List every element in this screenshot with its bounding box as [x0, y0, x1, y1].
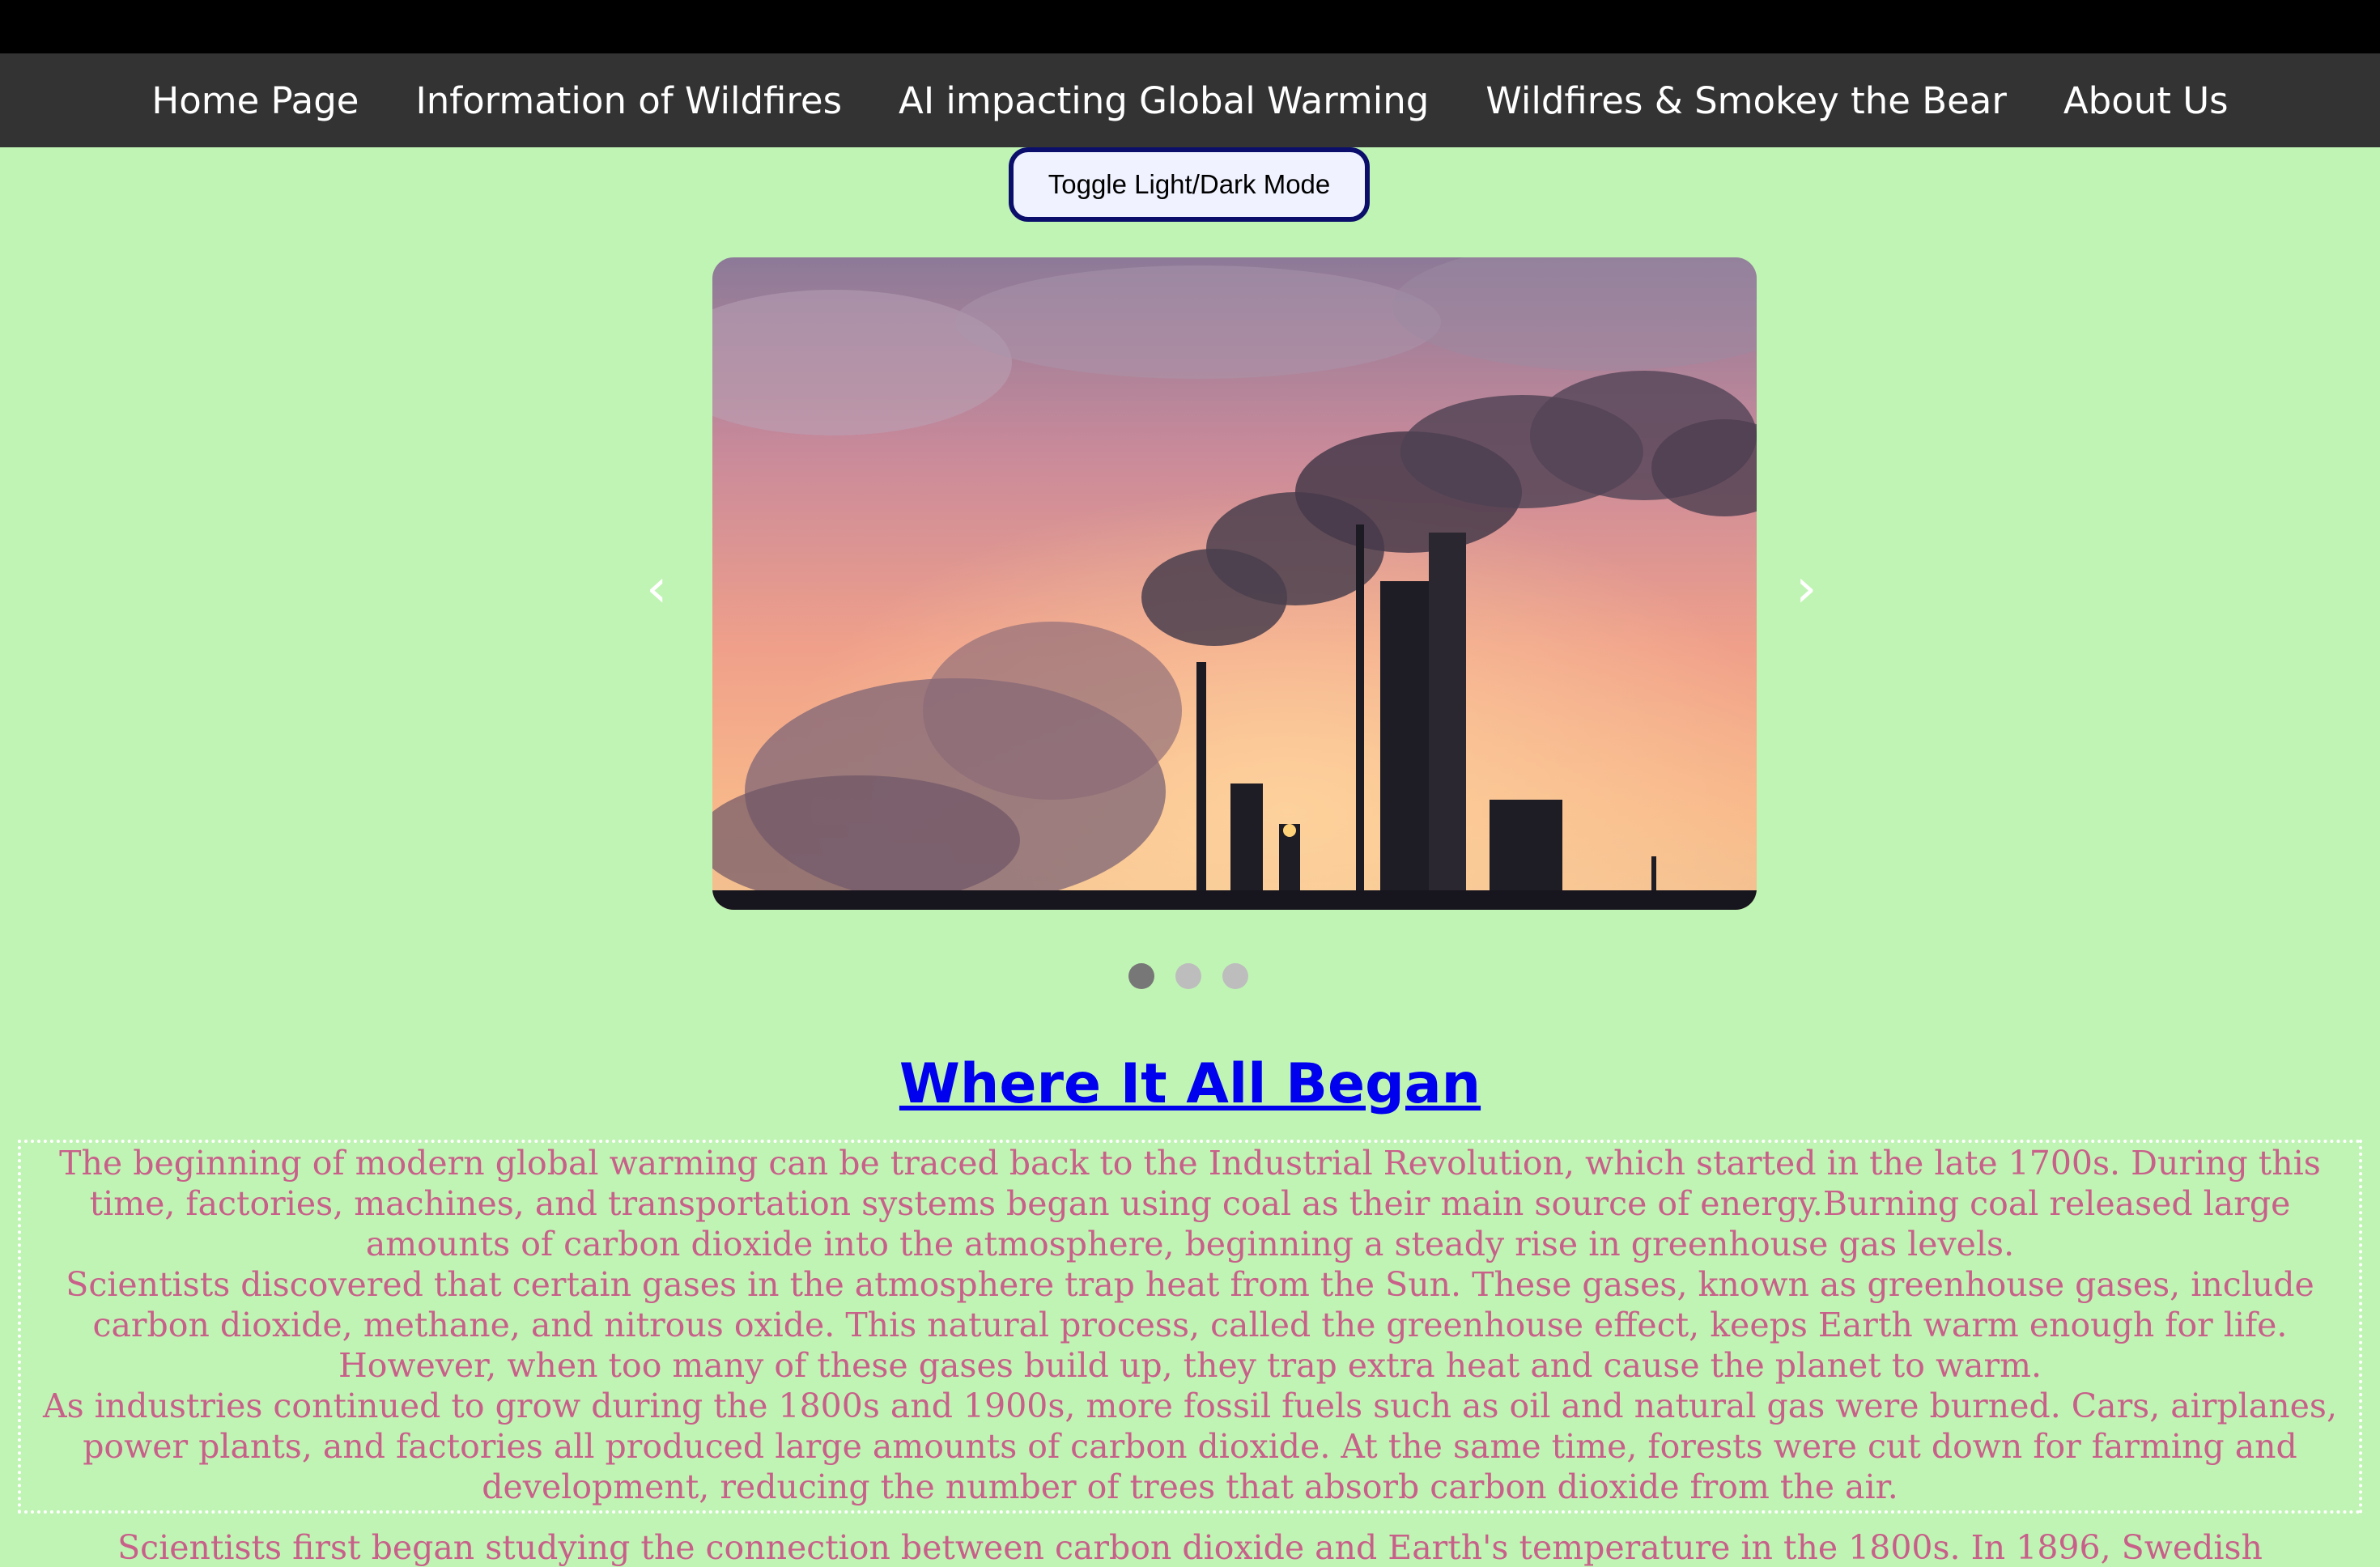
paragraph-industry-growth: As industries continued to grow during t…	[43, 1387, 2337, 1506]
nav-item-about-us[interactable]: About Us	[2063, 79, 2229, 122]
carousel-indicators	[1128, 963, 1248, 989]
nav-item-smokey-bear[interactable]: Wildfires & Smokey the Bear	[1485, 79, 2007, 122]
content-box: The beginning of modern global warming c…	[18, 1140, 2362, 1514]
chevron-right-icon[interactable]: ›	[1796, 562, 1817, 615]
paragraph-greenhouse-gases: Scientists discovered that certain gases…	[66, 1265, 2314, 1385]
paragraph-industrial-revolution: The beginning of modern global warming c…	[59, 1144, 2321, 1263]
top-black-bar	[0, 0, 2380, 53]
paragraph-next-partial: Scientists first began studying the conn…	[117, 1528, 2263, 1567]
chevron-left-icon[interactable]: ‹	[646, 562, 667, 615]
carousel-dot-1[interactable]	[1128, 963, 1154, 989]
carousel-dot-2[interactable]	[1175, 963, 1201, 989]
main-navigation: Home Page Information of Wildfires AI im…	[0, 53, 2380, 147]
nav-item-home[interactable]: Home Page	[151, 79, 359, 122]
section-title-link[interactable]: Where It All Began	[0, 1052, 2380, 1116]
nav-item-ai-global-warming[interactable]: AI impacting Global Warming	[899, 79, 1429, 122]
toggle-theme-button[interactable]: Toggle Light/Dark Mode	[1009, 147, 1370, 222]
factory-smoke-sunset-image	[712, 257, 1757, 910]
nav-item-wildfire-info[interactable]: Information of Wildfires	[416, 79, 843, 122]
carousel-dot-3[interactable]	[1222, 963, 1248, 989]
carousel-slide-image	[712, 257, 1757, 910]
